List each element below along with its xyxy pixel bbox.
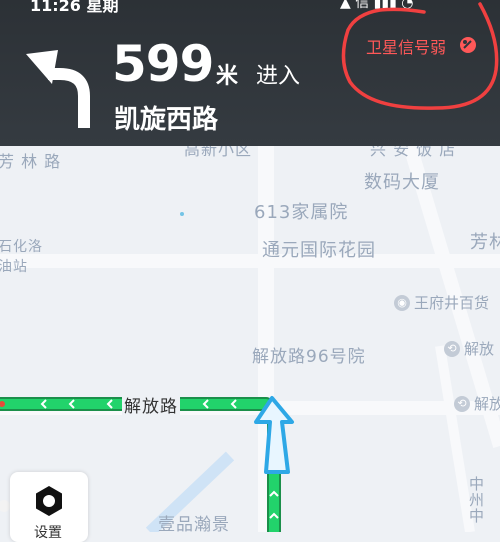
map-label-digital-building: 数码大厦 bbox=[364, 172, 440, 193]
poi-wangfujing[interactable]: ◉ 王府井百货 bbox=[394, 292, 489, 313]
map-label-fanglin-road: 芳 林 路 bbox=[0, 152, 62, 171]
poi-jiefang-right-1-label: 解放 bbox=[464, 340, 495, 358]
map-label-shihua: 石化洛 bbox=[0, 239, 43, 255]
distance-unit: 米 bbox=[216, 64, 239, 89]
turn-action: 进入 bbox=[256, 64, 301, 89]
map-label-613-housing: 613家属院 bbox=[254, 202, 349, 223]
annotation-circle bbox=[341, 2, 499, 110]
poi-jiefang-right-2-label: 解放 bbox=[474, 395, 500, 413]
map-label-yipin: 壹品瀚景 bbox=[158, 515, 230, 532]
map-label-zhongzhou: 中州中 bbox=[467, 476, 485, 524]
map-label-top-1: 高新小区 bbox=[184, 146, 253, 159]
poi-jiefang-right-2[interactable]: ⟲ 解放 bbox=[454, 393, 500, 414]
poi-jiefang-right-1[interactable]: ⟲ 解放 bbox=[444, 338, 494, 359]
status-time: 11:26 星期 bbox=[30, 0, 119, 14]
map-label-tongyuan: 通元国际花园 bbox=[262, 240, 376, 261]
bus-stop-icon: ⟲ bbox=[444, 340, 460, 357]
poi-wangfujing-label: 王府井百货 bbox=[414, 294, 490, 312]
map-label-jiefang96: 解放路96号院 bbox=[252, 347, 366, 367]
settings-label: 设置 bbox=[34, 525, 62, 541]
map-label-station: 油站 bbox=[0, 259, 28, 275]
bus-stop-icon: ⟲ bbox=[454, 395, 470, 412]
next-road-name: 凯旋西路 bbox=[114, 105, 219, 135]
map-label-fanglin-right: 芳林 bbox=[470, 232, 500, 253]
navigation-banner: 11:26 星期 ▲ 信 ▮▮▮ ◔ 599 米 进入 凯旋西路 卫星信号弱 bbox=[0, 0, 500, 146]
shopping-icon: ◉ bbox=[394, 294, 410, 311]
map-label-top-2: 兴 安 饭 店 bbox=[370, 146, 457, 159]
route-road-label: 解放路 bbox=[122, 392, 180, 417]
distance-value: 599 bbox=[112, 35, 214, 93]
left-turn-arrow-icon bbox=[26, 50, 90, 128]
settings-icon bbox=[36, 486, 62, 516]
